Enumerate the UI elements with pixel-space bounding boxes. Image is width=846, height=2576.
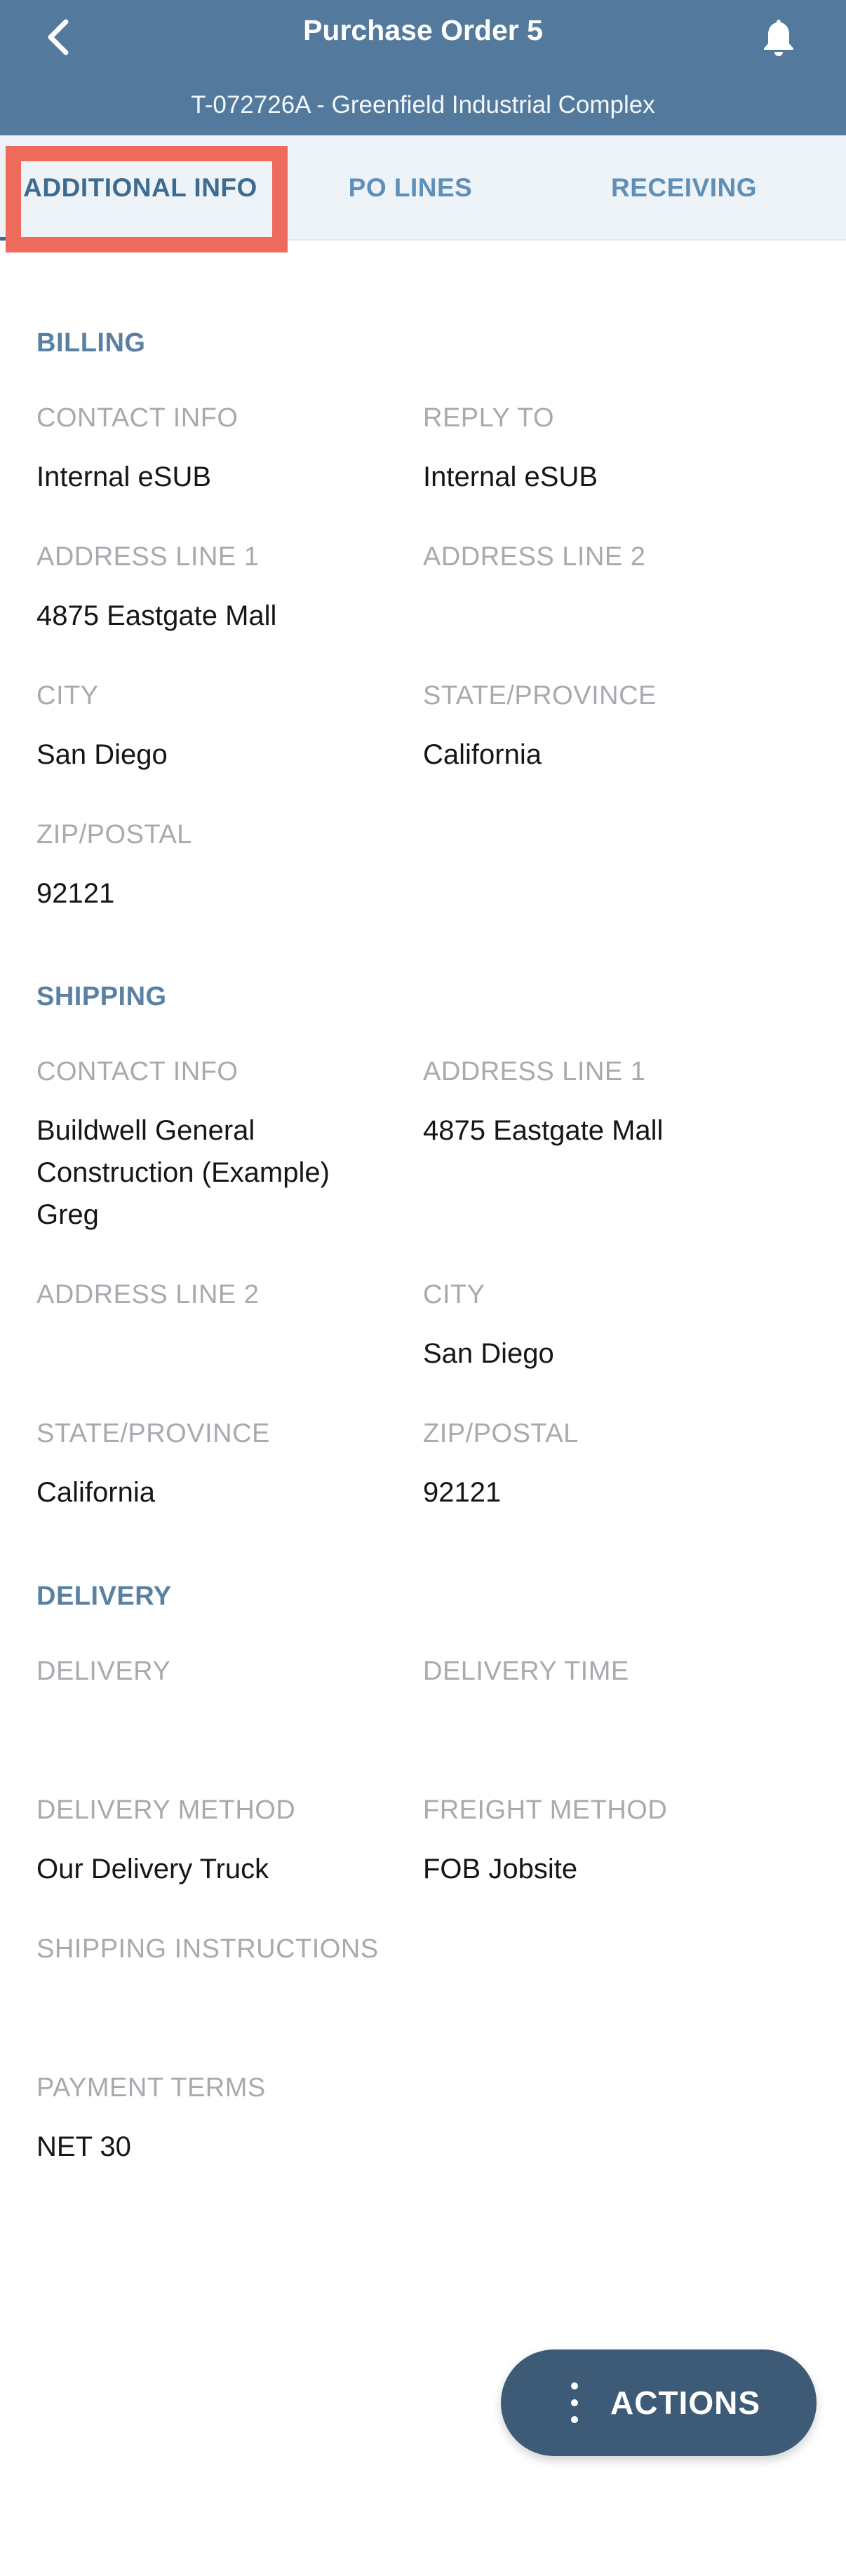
billing-address1-value: 4875 Eastgate Mall	[36, 600, 277, 631]
page-subtitle: T-072726A - Greenfield Industrial Comple…	[191, 91, 655, 119]
delivery-section-title: DELIVERY	[36, 1582, 172, 1611]
delivery-label: DELIVERY	[36, 1657, 171, 1686]
delivery-method-value: Our Delivery Truck	[36, 1854, 269, 1884]
bell-icon	[764, 20, 793, 56]
shipping-contact-line-2: Construction (Example)	[36, 1157, 330, 1188]
billing-reply-to-label: REPLY TO	[423, 403, 555, 433]
shipping-city-label: CITY	[423, 1280, 485, 1309]
shipping-contact-info-label: CONTACT INFO	[36, 1057, 239, 1086]
billing-zip-label: ZIP/POSTAL	[36, 820, 192, 849]
delivery-method-label: DELIVERY METHOD	[36, 1795, 296, 1825]
billing-reply-to-value: Internal eSUB	[423, 461, 598, 492]
payment-terms-value: NET 30	[36, 2131, 131, 2162]
shipping-address1-value: 4875 Eastgate Mall	[423, 1115, 664, 1146]
shipping-section-title: SHIPPING	[36, 982, 167, 1011]
actions-button-label: ACTIONS	[610, 2385, 760, 2421]
shipping-state-value: California	[36, 1477, 155, 1508]
shipping-city-value: San Diego	[423, 1338, 554, 1369]
shipping-address1-label: ADDRESS LINE 1	[423, 1057, 646, 1086]
freight-method-label: FREIGHT METHOD	[423, 1795, 668, 1825]
tab-po-lines[interactable]: PO LINES	[281, 135, 540, 241]
app-header: Purchase Order 5 T-072726A - Greenfield …	[0, 0, 846, 135]
notifications-button[interactable]	[758, 10, 800, 65]
billing-state-value: California	[423, 739, 542, 770]
kebab-menu-icon	[570, 2382, 579, 2423]
shipping-instructions-label: SHIPPING INSTRUCTIONS	[36, 1934, 379, 1964]
billing-contact-info-value: Internal eSUB	[36, 461, 212, 492]
actions-button[interactable]: ACTIONS	[501, 2349, 817, 2456]
billing-section-title: BILLING	[36, 328, 146, 358]
billing-state-label: STATE/PROVINCE	[423, 681, 657, 710]
highlight-annotation	[6, 146, 288, 252]
shipping-address2-label: ADDRESS LINE 2	[36, 1280, 260, 1309]
shipping-contact-info-value: Buildwell General Construction (Example)…	[36, 1110, 387, 1236]
delivery-time-label: DELIVERY TIME	[423, 1657, 629, 1686]
billing-zip-value: 92121	[36, 878, 115, 909]
shipping-contact-line-3: Greg	[36, 1199, 99, 1230]
billing-address2-label: ADDRESS LINE 2	[423, 542, 646, 572]
payment-terms-label: PAYMENT TERMS	[36, 2073, 266, 2103]
shipping-zip-value: 92121	[423, 1477, 502, 1508]
shipping-state-label: STATE/PROVINCE	[36, 1419, 270, 1448]
tab-receiving[interactable]: RECEIVING	[540, 135, 828, 241]
billing-city-label: CITY	[36, 681, 99, 710]
billing-city-value: San Diego	[36, 739, 168, 770]
billing-contact-info-label: CONTACT INFO	[36, 403, 239, 433]
billing-address1-label: ADDRESS LINE 1	[36, 542, 260, 572]
shipping-contact-line-1: Buildwell General	[36, 1115, 255, 1146]
page-title: Purchase Order 5	[303, 14, 543, 46]
freight-method-value: FOB Jobsite	[423, 1854, 578, 1884]
shipping-zip-label: ZIP/POSTAL	[423, 1419, 579, 1448]
